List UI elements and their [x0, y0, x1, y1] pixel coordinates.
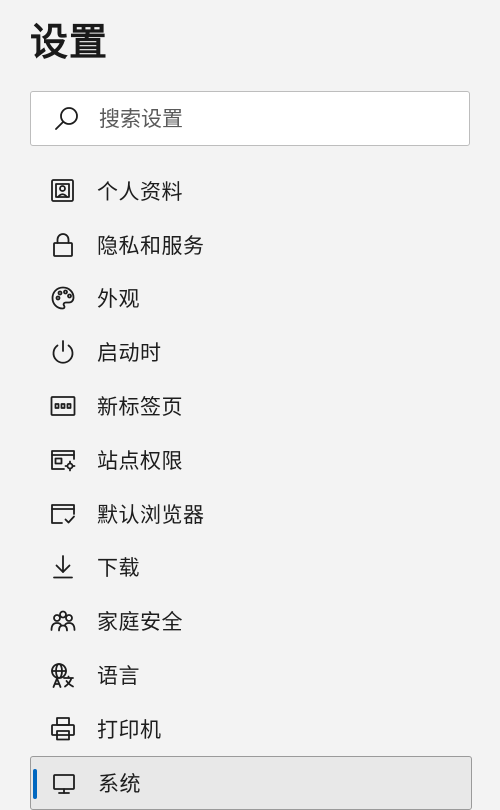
settings-nav: 个人资料 隐私和服务 外观 启动时 新标签页 站点权限 默认浏览器 下载 家庭安… [30, 164, 472, 810]
nav-item-family-safety[interactable]: 家庭安全 [30, 594, 472, 648]
nav-item-site-permissions[interactable]: 站点权限 [30, 433, 472, 487]
nav-item-printers[interactable]: 打印机 [30, 702, 472, 756]
nav-item-label: 默认浏览器 [97, 502, 205, 527]
power-icon [49, 338, 77, 366]
lock-icon [49, 231, 77, 259]
nav-item-label: 启动时 [97, 341, 162, 366]
search-icon [51, 104, 81, 134]
nav-item-privacy[interactable]: 隐私和服务 [30, 218, 472, 272]
nav-item-downloads[interactable]: 下载 [30, 541, 472, 595]
search-input[interactable] [99, 106, 419, 131]
palette-icon [49, 284, 77, 312]
nav-item-languages[interactable]: 语言 [30, 648, 472, 702]
nav-item-label: 家庭安全 [97, 610, 183, 635]
download-icon [49, 553, 77, 581]
site-permissions-icon [49, 446, 77, 474]
printer-icon [49, 715, 77, 743]
nav-item-new-tab[interactable]: 新标签页 [30, 379, 472, 433]
nav-item-label: 个人资料 [97, 179, 183, 204]
nav-item-appearance[interactable]: 外观 [30, 272, 472, 326]
nav-item-label: 隐私和服务 [97, 233, 205, 258]
nav-item-label: 打印机 [97, 717, 162, 742]
default-browser-icon [49, 500, 77, 528]
nav-item-system[interactable]: 系统 [30, 755, 472, 810]
selection-indicator [33, 768, 37, 799]
page-title: 设置 [30, 20, 109, 64]
nav-item-label: 新标签页 [97, 395, 183, 420]
nav-item-profile[interactable]: 个人资料 [30, 164, 472, 218]
nav-item-label: 站点权限 [97, 448, 183, 473]
family-icon [49, 607, 77, 635]
language-icon [49, 661, 77, 689]
nav-item-label: 语言 [97, 664, 140, 689]
system-icon [50, 769, 78, 797]
nav-item-default-browser[interactable]: 默认浏览器 [30, 487, 472, 541]
profile-icon [49, 177, 77, 205]
nav-item-label: 下载 [97, 556, 140, 581]
new-tab-icon [49, 392, 77, 420]
search-box[interactable] [30, 91, 470, 146]
nav-item-startup[interactable]: 启动时 [30, 325, 472, 379]
nav-item-label: 外观 [97, 287, 140, 312]
nav-item-label: 系统 [98, 771, 141, 796]
